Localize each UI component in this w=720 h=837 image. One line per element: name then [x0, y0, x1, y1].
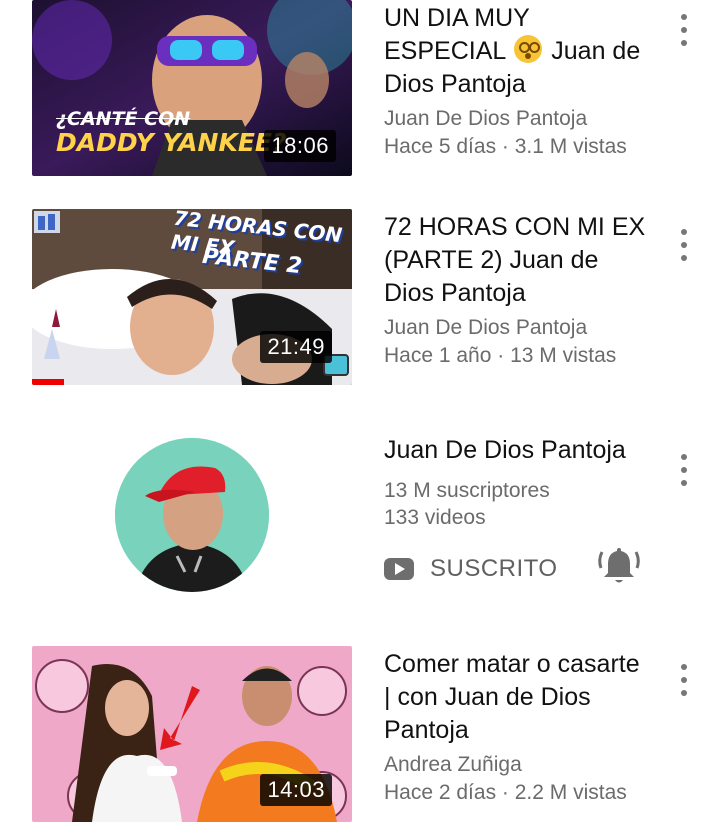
bell-ringing-icon[interactable]: [596, 544, 642, 588]
video-title[interactable]: 72 HORAS CON MI EX (PARTE 2) Juan de Dio…: [384, 211, 652, 310]
video-stats: Hace 2 días · 2.2 M vistas: [384, 781, 627, 804]
channel-name[interactable]: Juan De Dios Pantoja: [384, 105, 684, 133]
youtube-play-icon: [384, 558, 414, 580]
video-thumbnail[interactable]: 72 HORAS CON MI EX PARTE 2 21:49: [32, 209, 352, 385]
video-item-2[interactable]: 72 HORAS CON MI EX PARTE 2 21:49 72 HORA…: [0, 209, 720, 399]
video-thumbnail[interactable]: ¿CANTÉ CON DADDY YANKEE? 18:06: [32, 0, 352, 176]
video-count: 133 videos: [384, 506, 486, 529]
video-title[interactable]: UN DIA MUY ESPECIAL Juan de Dios Pantoja: [384, 2, 652, 101]
thumbnail-caption: DADDY YANKEE?: [56, 128, 287, 157]
subscribed-button[interactable]: SUSCRITO: [384, 552, 558, 586]
more-vert-icon[interactable]: [672, 450, 696, 490]
more-vert-icon[interactable]: [672, 225, 696, 265]
more-vert-icon[interactable]: [672, 10, 696, 50]
video-stats: Hace 1 año · 13 M vistas: [384, 344, 617, 367]
channel-name[interactable]: Juan De Dios Pantoja: [384, 434, 674, 467]
video-duration: 21:49: [260, 331, 332, 363]
video-item-3[interactable]: 14:03 Comer matar o casarte | con Juan d…: [0, 646, 720, 837]
channel-name[interactable]: Andrea Zuñiga: [384, 751, 684, 779]
video-title[interactable]: Comer matar o casarte | con Juan de Dios…: [384, 648, 652, 747]
avatar-image: [115, 438, 269, 592]
video-stats: Hace 5 días · 3.1 M vistas: [384, 135, 627, 158]
video-duration: 18:06: [264, 130, 336, 162]
video-title-text: UN DIA MUY ESPECIAL: [384, 4, 530, 65]
astonished-face-emoji-icon: [514, 35, 543, 63]
channel-avatar[interactable]: [115, 438, 269, 592]
video-item-1[interactable]: ¿CANTÉ CON DADDY YANKEE? 18:06 UN DIA MU…: [0, 0, 720, 190]
subscriber-count: 13 M suscriptores: [384, 479, 550, 502]
video-duration: 14:03: [260, 774, 332, 806]
channel-name[interactable]: Juan De Dios Pantoja: [384, 314, 684, 342]
channel-card[interactable]: Juan De Dios Pantoja 13 M suscriptores 1…: [0, 420, 720, 620]
watch-progress-bar: [32, 379, 64, 385]
subscribed-label: SUSCRITO: [430, 555, 558, 582]
more-vert-icon[interactable]: [672, 660, 696, 700]
thumbnail-caption: ¿CANTÉ CON: [56, 108, 191, 130]
video-thumbnail[interactable]: 14:03: [32, 646, 352, 822]
